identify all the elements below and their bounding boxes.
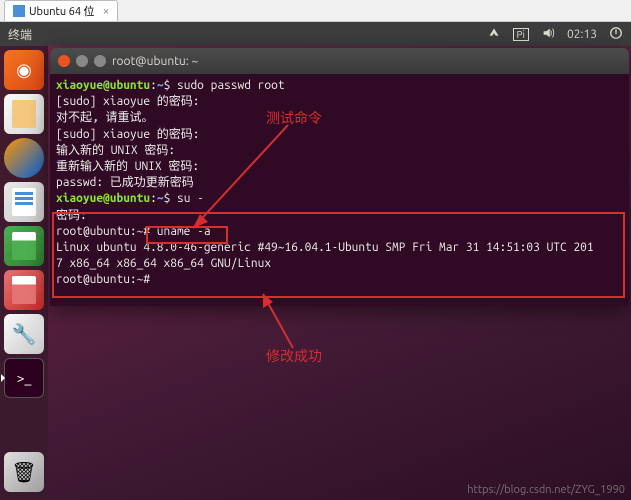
- panel-app-title: 终端: [8, 26, 487, 43]
- vm-os-icon: [13, 5, 25, 17]
- term-line: Linux ubuntu 4.8.0-46-generic #49~16.04.…: [56, 241, 594, 254]
- vm-tab-label: Ubuntu 64 位: [29, 3, 95, 19]
- annotation-success: 修改成功: [266, 346, 322, 366]
- trash-icon[interactable]: 🗑: [4, 452, 44, 492]
- vm-tab[interactable]: Ubuntu 64 位 ×: [4, 0, 118, 21]
- term-line: su -: [170, 192, 204, 205]
- unity-launcher: ◉ 🔧 >_ 🗑: [0, 46, 48, 500]
- prompt-user: xiaoyue@ubuntu: [56, 79, 150, 92]
- dash-icon[interactable]: ◉: [4, 50, 44, 90]
- term-line: 对不起, 请重试。: [56, 111, 153, 124]
- terminal-icon[interactable]: >_: [4, 358, 44, 398]
- desktop: root@ubuntu: ~ xiaoyue@ubuntu:~$ sudo pa…: [48, 46, 631, 500]
- settings-icon[interactable]: 🔧: [4, 314, 44, 354]
- writer-icon[interactable]: [4, 182, 44, 222]
- panel-indicators: Pi 02:13: [487, 26, 623, 43]
- network-icon[interactable]: [487, 26, 501, 43]
- ubuntu-top-panel: 终端 Pi 02:13: [0, 22, 631, 46]
- terminal-titlebar[interactable]: root@ubuntu: ~: [50, 48, 629, 74]
- prompt-user: xiaoyue@ubuntu: [56, 192, 150, 205]
- term-line: [sudo] xiaoyue 的密码:: [56, 95, 200, 108]
- impress-icon[interactable]: [4, 270, 44, 310]
- calc-icon[interactable]: [4, 226, 44, 266]
- term-line: root@ubuntu:~#: [56, 273, 150, 286]
- window-close-icon[interactable]: [58, 55, 70, 67]
- vm-tab-close[interactable]: ×: [103, 5, 110, 18]
- term-line: 密码:: [56, 209, 87, 222]
- terminal-body[interactable]: xiaoyue@ubuntu:~$ sudo passwd root [sudo…: [50, 74, 629, 306]
- sound-icon[interactable]: [541, 26, 555, 43]
- terminal-title: root@ubuntu: ~: [112, 55, 198, 68]
- terminal-window: root@ubuntu: ~ xiaoyue@ubuntu:~$ sudo pa…: [50, 48, 629, 306]
- term-line: passwd: 已成功更新密码: [56, 176, 194, 189]
- watermark: https://blog.csdn.net/ZYG_1990: [467, 484, 625, 496]
- session-icon[interactable]: [609, 26, 623, 43]
- firefox-icon[interactable]: [4, 138, 44, 178]
- vm-tab-bar: Ubuntu 64 位 ×: [0, 0, 631, 22]
- term-line: sudo passwd root: [170, 79, 284, 92]
- window-maximize-icon[interactable]: [94, 55, 106, 67]
- term-line: 7 x86_64 x86_64 x86_64 GNU/Linux: [56, 257, 271, 270]
- term-line: root@ubuntu:~# uname -a: [56, 225, 211, 238]
- term-line: 输入新的 UNIX 密码:: [56, 144, 175, 157]
- language-indicator[interactable]: Pi: [513, 28, 529, 41]
- clock[interactable]: 02:13: [567, 28, 597, 41]
- window-minimize-icon[interactable]: [76, 55, 88, 67]
- files-icon[interactable]: [4, 94, 44, 134]
- term-line: [sudo] xiaoyue 的密码:: [56, 128, 200, 141]
- term-line: 重新输入新的 UNIX 密码:: [56, 160, 199, 173]
